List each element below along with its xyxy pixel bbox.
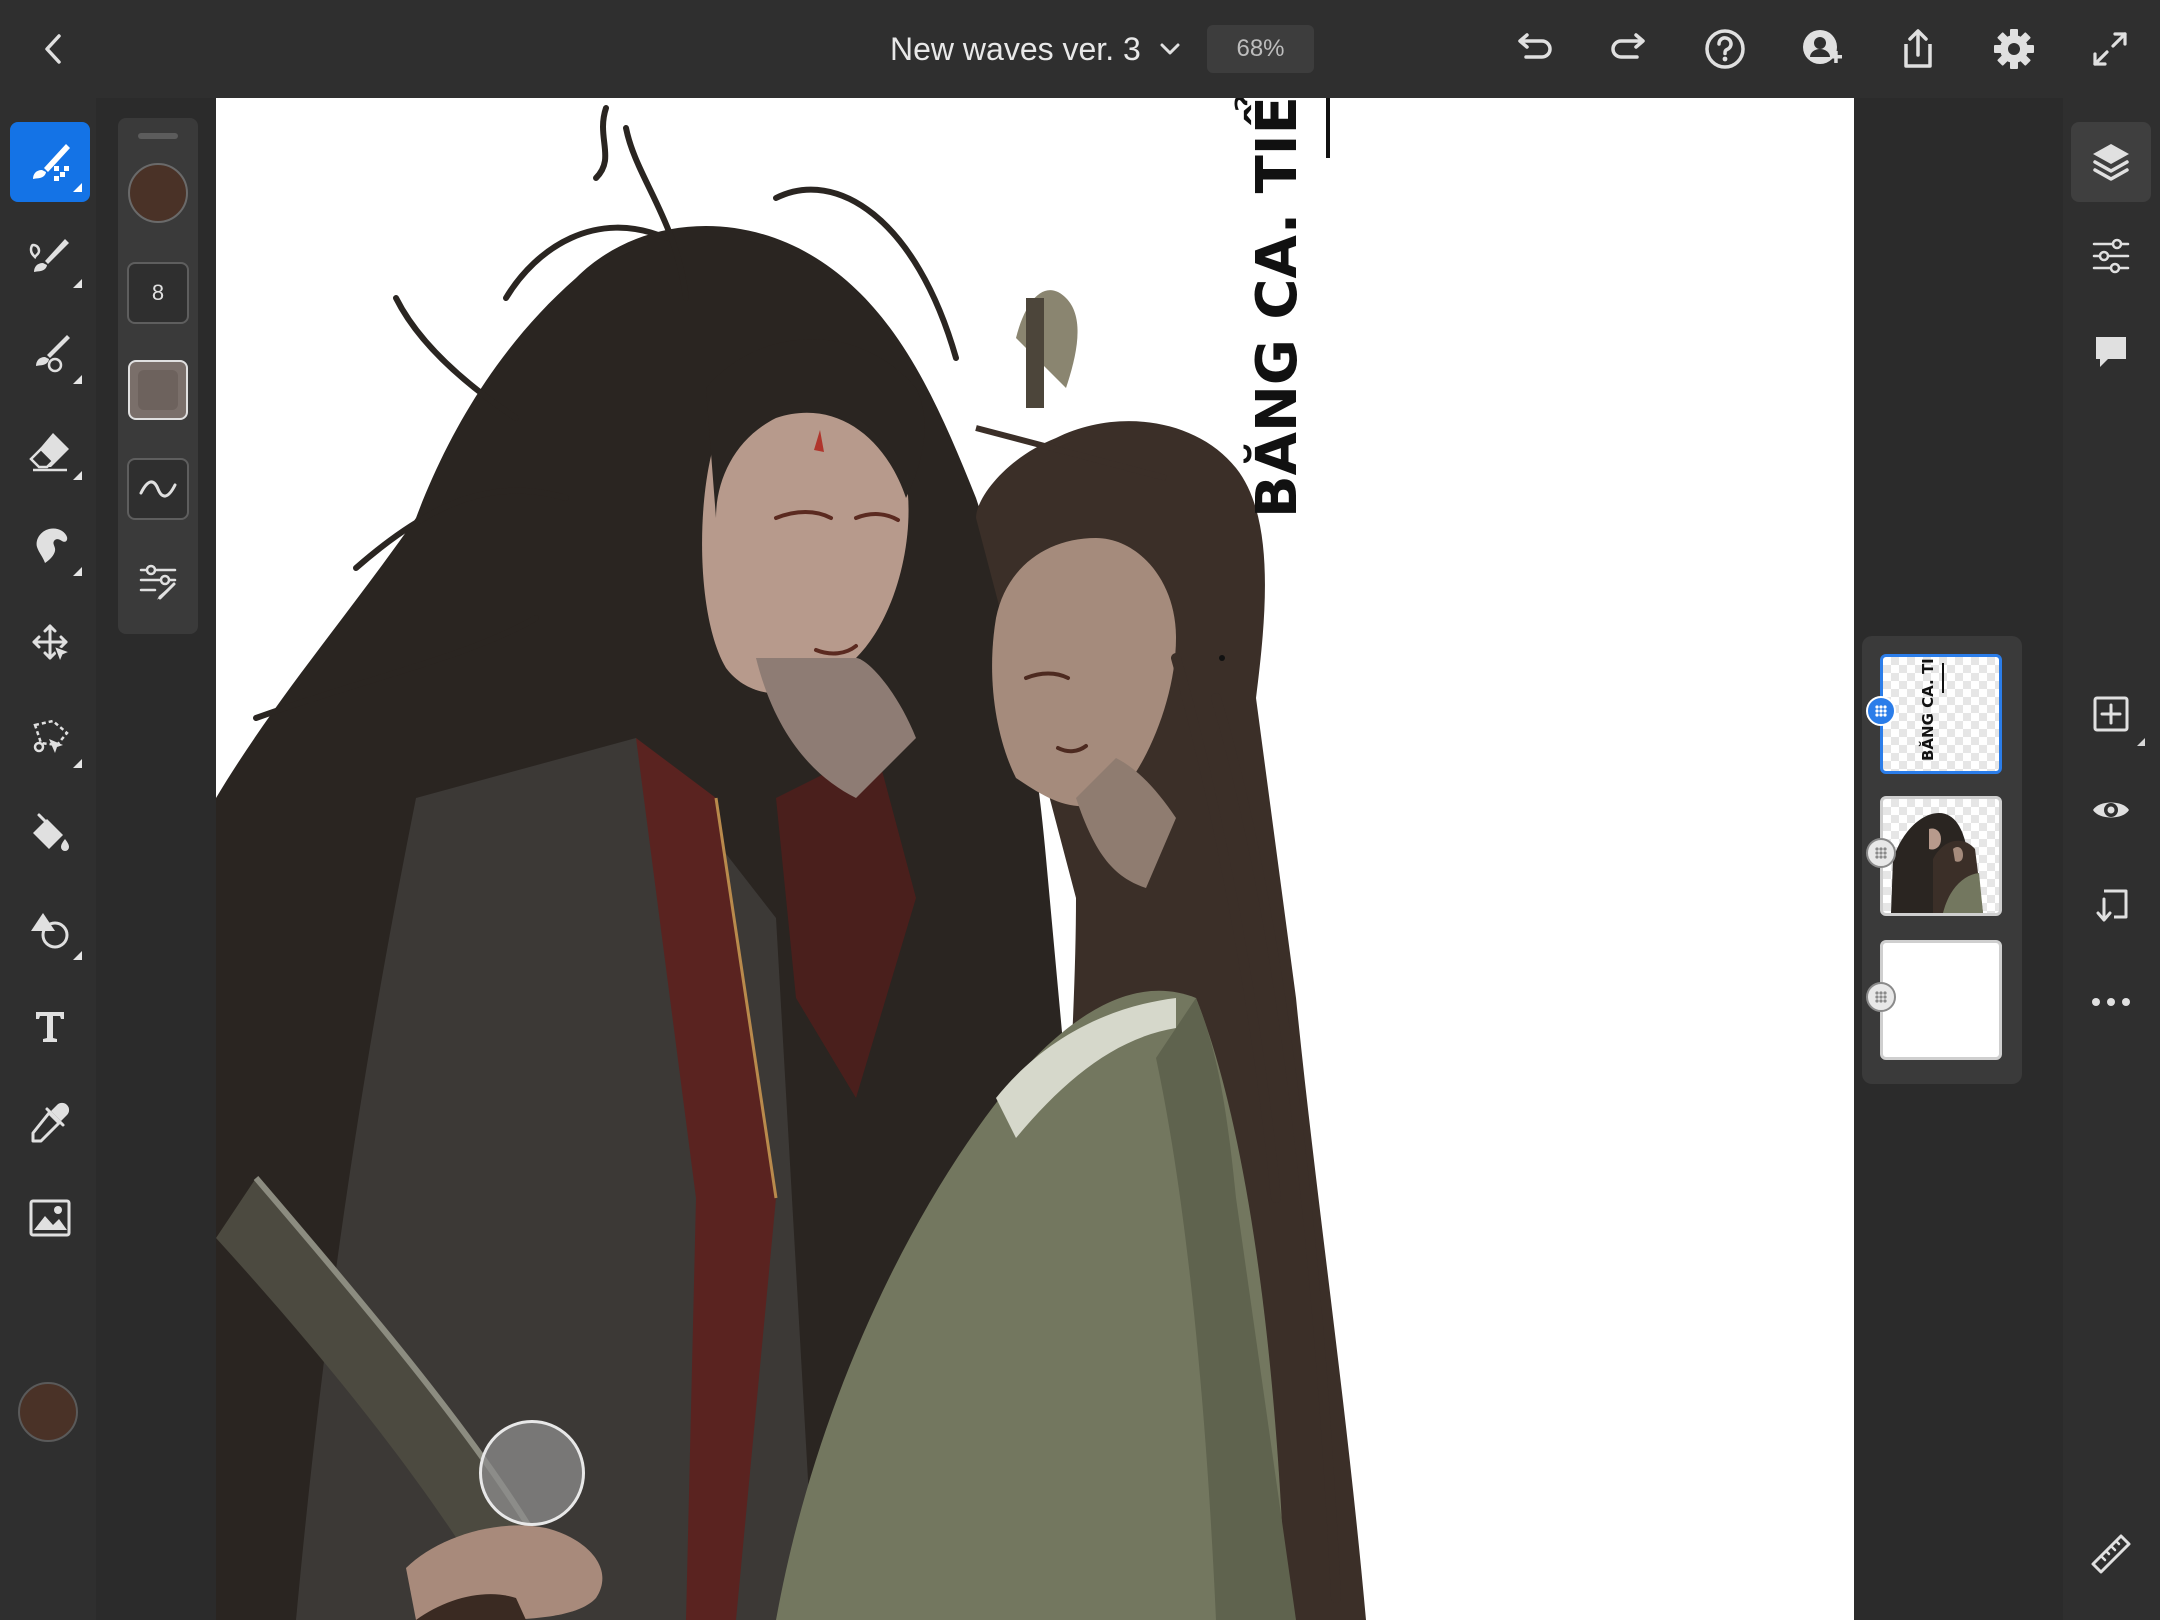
grid-handle-icon [1875, 991, 1887, 1003]
merge-down-button[interactable] [2071, 866, 2151, 946]
brush-cursor [479, 1420, 585, 1526]
shape-icon [31, 913, 69, 949]
transform-tool[interactable] [10, 602, 90, 682]
fullscreen-button[interactable] [2085, 24, 2135, 74]
watermark-text: BĂNG CA. TIỂU CỬU [1236, 98, 1310, 518]
layer-properties-button[interactable] [2071, 216, 2151, 296]
right-toolbar [2063, 98, 2160, 1620]
settings-button[interactable] [1989, 24, 2039, 74]
add-layer-icon [2093, 696, 2129, 732]
pixel-brush-tool[interactable] [10, 122, 90, 202]
live-brush-icon [29, 239, 69, 272]
help-button[interactable] [1700, 24, 1750, 74]
ruler-icon [2091, 1534, 2131, 1574]
brush-size[interactable]: 8 [127, 262, 189, 324]
back-icon [45, 34, 61, 64]
layer-preview-illustration [1891, 813, 1983, 913]
settings-icon [1994, 29, 2034, 69]
live-brush-tool[interactable] [10, 218, 90, 298]
smudge-icon [36, 528, 68, 563]
place-image-icon [29, 1199, 71, 1237]
visibility-button[interactable] [2071, 770, 2151, 850]
grid-handle-icon [1875, 705, 1887, 717]
layer-properties-icon [2092, 238, 2130, 274]
fullscreen-icon [2093, 32, 2127, 66]
canvas-area: BĂNG CA. TIỂU CỬU [96, 98, 2063, 1620]
merge-down-icon [2096, 889, 2128, 922]
eyedropper-icon [31, 1102, 70, 1143]
redo-button[interactable] [1605, 24, 1655, 74]
layers-icon [2093, 144, 2129, 181]
smoothing-icon [139, 480, 177, 498]
back-button[interactable] [28, 24, 78, 74]
undo-icon [1518, 33, 1552, 59]
layer-drag-handle-illustration[interactable] [1866, 838, 1896, 868]
share-button[interactable] [1893, 24, 1943, 74]
layers-panel: BĂNG CA. TIỂU CỬU [1862, 636, 2022, 1084]
comments-button[interactable] [2071, 312, 2151, 392]
text-icon [36, 1012, 64, 1042]
grid-handle-icon [1875, 847, 1887, 859]
text-tool[interactable] [10, 986, 90, 1066]
comments-icon [2096, 337, 2126, 367]
tool-properties-panel: 8 [118, 118, 198, 634]
artwork-illustration: BĂNG CA. TIỂU CỬU [216, 98, 1366, 1620]
document-title: New waves ver. 3 [890, 30, 1141, 67]
current-color-swatch[interactable] [18, 1382, 78, 1442]
left-toolbar [0, 98, 96, 1620]
more-options-button[interactable] [2071, 962, 2151, 1042]
fill-tool[interactable] [10, 794, 90, 874]
title-dropdown-icon [1160, 43, 1180, 55]
document-title-menu[interactable]: New waves ver. 3 [890, 24, 1181, 74]
layer-drag-handle-background[interactable] [1866, 982, 1896, 1012]
opacity-icon [138, 370, 178, 410]
layer-drag-handle-watermark[interactable] [1866, 696, 1896, 726]
pixel-brush-icon [33, 144, 70, 181]
top-bar: New waves ver. 3 68% [0, 0, 2160, 99]
transform-icon [32, 624, 73, 665]
layer-preview-watermark: BĂNG CA. TIỂU CỬU [1915, 657, 1944, 761]
ruler-button[interactable] [2071, 1514, 2151, 1594]
visibility-icon [2093, 802, 2129, 818]
layer-thumbnail-illustration[interactable] [1880, 796, 2002, 916]
opacity-button[interactable] [128, 360, 188, 420]
eyedropper-tool[interactable] [10, 1082, 90, 1162]
vector-brush-icon [36, 335, 70, 373]
vector-brush-tool[interactable] [10, 314, 90, 394]
eraser-tool[interactable] [10, 410, 90, 490]
canvas[interactable]: BĂNG CA. TIỂU CỬU [216, 98, 1854, 1620]
smoothing-button[interactable] [127, 458, 189, 520]
layer-thumbnail-watermark[interactable]: BĂNG CA. TIỂU CỬU [1880, 654, 2002, 774]
brush-settings-icon [139, 564, 177, 600]
zoom-level[interactable]: 68% [1207, 25, 1314, 73]
layer-thumbnail-background[interactable] [1880, 940, 2002, 1060]
brush-settings-button[interactable] [128, 552, 188, 612]
undo-button[interactable] [1508, 24, 1558, 74]
smudge-tool[interactable] [10, 506, 90, 586]
layers-button[interactable] [2071, 122, 2151, 202]
shape-tool[interactable] [10, 890, 90, 970]
place-image-tool[interactable] [10, 1178, 90, 1258]
add-layer-button[interactable] [2071, 674, 2151, 754]
eraser-icon [29, 433, 69, 472]
brush-color[interactable] [128, 163, 188, 223]
lasso-selection-icon [33, 719, 69, 753]
lasso-selection-tool[interactable] [10, 698, 90, 778]
svg-text:BĂNG CA. TIỂU CỬU: BĂNG CA. TIỂU CỬU [1915, 657, 1937, 761]
redo-icon [1611, 33, 1645, 59]
more-options-icon [2092, 998, 2130, 1006]
share-icon [1904, 29, 1932, 68]
help-icon [1705, 29, 1745, 69]
panel-grip[interactable] [138, 133, 178, 139]
fill-icon [33, 813, 69, 851]
invite-button[interactable] [1797, 24, 1847, 74]
invite-user-icon [1803, 30, 1842, 64]
